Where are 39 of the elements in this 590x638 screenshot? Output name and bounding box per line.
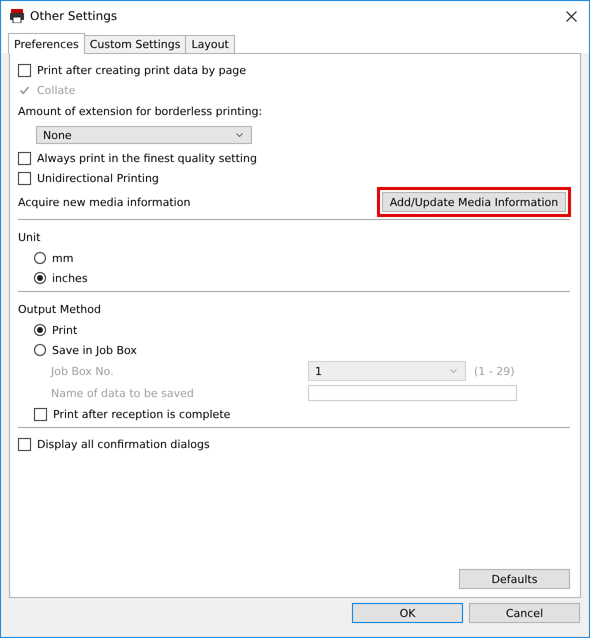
radio-button[interactable] (34, 344, 46, 356)
field-label: Name of data to be saved (51, 386, 195, 400)
field-label: Acquire new media information (18, 196, 190, 208)
checkbox[interactable] (34, 408, 47, 420)
defaults-button[interactable]: Defaults (459, 569, 570, 589)
checkbox-label: Always print in the finest quality setting (37, 152, 257, 164)
tab[interactable]: Preferences (8, 33, 85, 54)
radio-label: Print (52, 324, 78, 336)
field-label: Job Box No. (51, 364, 115, 378)
close-icon[interactable] (566, 10, 577, 22)
checkbox[interactable] (18, 438, 31, 450)
radio-label: mm (52, 252, 74, 264)
radio-button[interactable] (34, 252, 46, 264)
add-update-media-button[interactable]: Add/Update Media Information (382, 192, 566, 212)
radio-button[interactable] (34, 272, 46, 284)
dropdown[interactable]: None (36, 126, 252, 144)
checkbox-label: Display all confirmation dialogs (37, 438, 210, 450)
field-label: Amount of extension for borderless printing: (18, 104, 262, 118)
tab[interactable]: Layout (185, 35, 235, 53)
radio-label: inches (52, 272, 88, 284)
caret-icon (236, 133, 243, 137)
window-title: Other Settings (30, 9, 118, 23)
checkbox-label: Print after reception is complete (53, 408, 230, 420)
checkbox[interactable] (18, 172, 31, 184)
checkbox[interactable] (18, 64, 31, 76)
caret-icon (450, 369, 457, 373)
checkbox[interactable] (18, 152, 31, 164)
dialog-button[interactable]: Cancel (469, 603, 580, 623)
section-title: Output Method (18, 302, 101, 316)
range-hint: (1 - 29) (474, 364, 515, 378)
checkbox-label: Collate (37, 84, 76, 96)
checkbox-label: Unidirectional Printing (37, 172, 159, 184)
section-title: Unit (18, 230, 40, 244)
radio-button[interactable] (34, 324, 46, 336)
radio-label: Save in Job Box (52, 344, 137, 356)
checkbox-label: Print after creating print data by page (37, 64, 246, 76)
dialog-button[interactable]: OK (352, 603, 463, 623)
tab[interactable]: Custom Settings (84, 35, 186, 53)
printer-icon (10, 9, 24, 23)
